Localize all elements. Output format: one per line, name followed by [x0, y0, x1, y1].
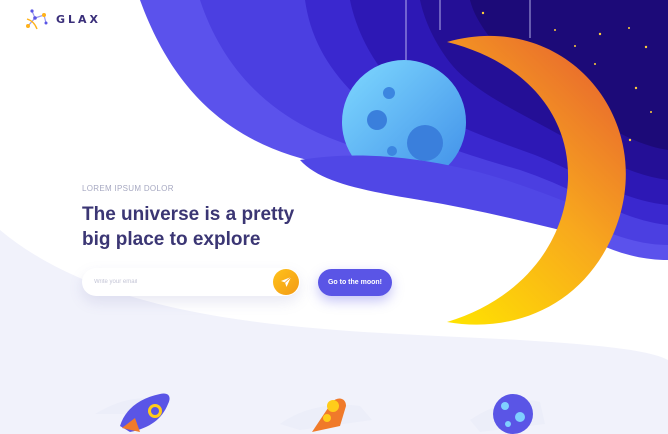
send-email-button[interactable]	[273, 269, 299, 295]
hero-eyebrow: LOREM IPSUM DOLOR	[82, 184, 174, 193]
rocket-icon	[95, 393, 170, 432]
go-to-moon-button[interactable]: Go to the moon!	[318, 269, 392, 296]
brand-name: GLAX	[56, 12, 102, 26]
planet-icon	[470, 394, 545, 434]
feature-icons-row	[95, 393, 545, 434]
paper-plane-icon	[281, 276, 292, 287]
brand[interactable]: GLAX	[24, 6, 101, 32]
hero-headline: The universe is a pretty big place to ex…	[82, 202, 342, 252]
email-input[interactable]	[94, 275, 264, 289]
headline-line-1: The universe is a pretty	[82, 204, 295, 225]
landing-page: GLAX LOREM IPSUM DOLOR The universe is a…	[0, 0, 668, 434]
meteor-icon	[280, 398, 372, 432]
email-signup-box	[82, 268, 300, 296]
constellation-logo-icon	[26, 9, 48, 30]
headline-line-2: big place to explore	[82, 229, 261, 250]
